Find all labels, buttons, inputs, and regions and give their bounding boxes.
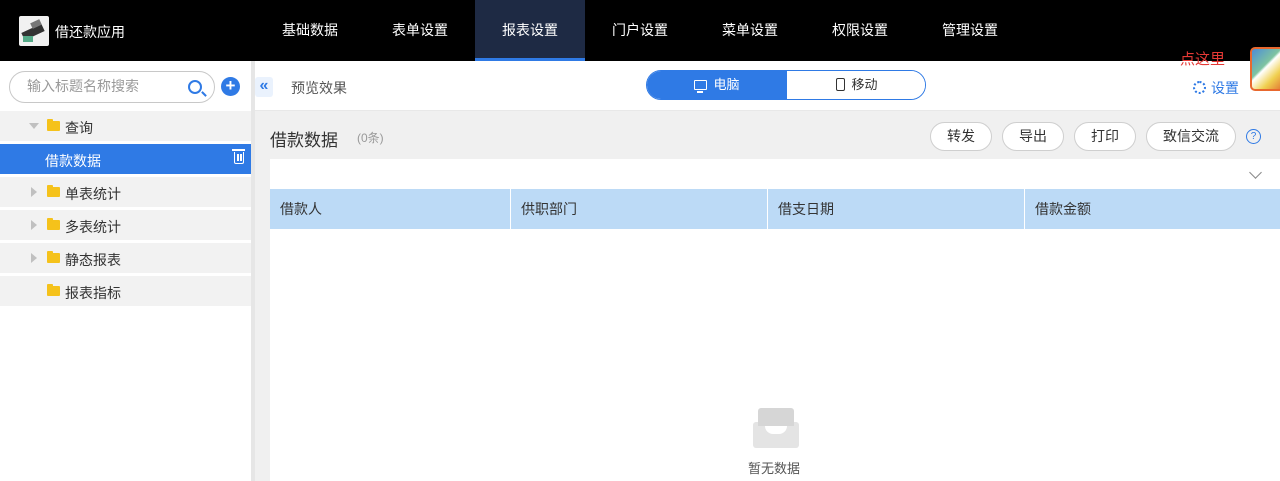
tree-item-loan-data[interactable]: 借款数据 bbox=[0, 144, 251, 174]
nav-portal-settings[interactable]: 门户设置 bbox=[585, 0, 695, 61]
tree-item-label: 单表统计 bbox=[65, 186, 121, 202]
caret-down-icon[interactable] bbox=[29, 123, 39, 129]
tree-item-single-stats[interactable]: 单表统计 bbox=[0, 177, 251, 207]
nav-menu-settings[interactable]: 菜单设置 bbox=[695, 0, 805, 61]
tree-item-report-metrics[interactable]: 报表指标 bbox=[0, 276, 251, 306]
device-toggle: 电脑 移动 bbox=[646, 70, 926, 100]
folder-icon bbox=[47, 119, 60, 131]
gear-icon bbox=[1193, 81, 1206, 94]
nav-form-settings[interactable]: 表单设置 bbox=[365, 0, 475, 61]
column-header-department[interactable]: 供职部门 bbox=[511, 189, 768, 229]
caret-right-icon[interactable] bbox=[31, 220, 37, 230]
caret-right-icon[interactable] bbox=[31, 187, 37, 197]
search-box[interactable] bbox=[9, 71, 215, 103]
tree-item-query[interactable]: 查询 bbox=[0, 111, 251, 141]
app-logo bbox=[19, 16, 49, 46]
trash-icon[interactable] bbox=[232, 149, 245, 164]
empty-state-text: 暂无数据 bbox=[748, 461, 801, 476]
tree-item-label: 借款数据 bbox=[45, 153, 101, 169]
pc-toggle-button[interactable]: 电脑 bbox=[647, 71, 787, 99]
tree-item-multi-stats[interactable]: 多表统计 bbox=[0, 210, 251, 240]
tree-item-static-report[interactable]: 静态报表 bbox=[0, 243, 251, 273]
app-title: 借还款应用 bbox=[55, 24, 125, 40]
forward-button[interactable]: 转发 bbox=[930, 122, 992, 151]
column-header-amount[interactable]: 借款金额 bbox=[1025, 189, 1280, 229]
mobile-icon bbox=[836, 78, 846, 91]
table-header: 借款人 供职部门 借支日期 借款金额 bbox=[270, 189, 1280, 229]
caret-right-icon[interactable] bbox=[31, 253, 37, 263]
record-count: (0条) bbox=[357, 131, 384, 145]
collapse-sidebar-icon[interactable]: « bbox=[255, 77, 273, 97]
pc-toggle-label: 电脑 bbox=[713, 77, 740, 92]
folder-icon bbox=[47, 218, 60, 230]
search-icon[interactable] bbox=[188, 80, 202, 94]
nav-report-settings[interactable]: 报表设置 bbox=[475, 0, 585, 61]
mobile-toggle-label: 移动 bbox=[851, 77, 878, 92]
search-input[interactable] bbox=[27, 78, 177, 94]
nav-basic-data[interactable]: 基础数据 bbox=[255, 0, 365, 61]
nav-admin-settings[interactable]: 管理设置 bbox=[915, 0, 1025, 61]
folder-icon bbox=[47, 251, 60, 263]
settings-button[interactable]: 设置 bbox=[1193, 78, 1239, 98]
tree-item-label: 报表指标 bbox=[65, 285, 121, 301]
help-icon[interactable]: ? bbox=[1246, 129, 1261, 144]
settings-label: 设置 bbox=[1211, 80, 1239, 96]
tree-item-label: 静态报表 bbox=[65, 252, 121, 268]
column-header-borrower[interactable]: 借款人 bbox=[270, 189, 511, 229]
print-button[interactable]: 打印 bbox=[1074, 122, 1136, 151]
monitor-icon bbox=[694, 80, 708, 93]
top-bar: 借还款应用 基础数据 表单设置 报表设置 门户设置 菜单设置 权限设置 管理设置 bbox=[0, 0, 1280, 61]
folder-icon bbox=[47, 185, 60, 197]
add-icon[interactable]: + bbox=[221, 77, 240, 96]
preview-label: 预览效果 bbox=[291, 80, 347, 96]
export-button[interactable]: 导出 bbox=[1002, 122, 1064, 151]
corner-thumbnail[interactable] bbox=[1250, 47, 1280, 91]
share-message-button[interactable]: 致信交流 bbox=[1146, 122, 1236, 151]
tree-item-label: 查询 bbox=[65, 120, 93, 136]
tree-item-label: 多表统计 bbox=[65, 219, 121, 235]
column-header-date[interactable]: 借支日期 bbox=[768, 189, 1025, 229]
filter-bar bbox=[270, 159, 1280, 189]
nav-permission-settings[interactable]: 权限设置 bbox=[805, 0, 915, 61]
mobile-toggle-button[interactable]: 移动 bbox=[787, 71, 925, 99]
report-title: 借款数据 bbox=[270, 131, 338, 150]
hint-text: 点这里 bbox=[1180, 51, 1226, 68]
folder-icon bbox=[47, 284, 60, 296]
empty-inbox-icon bbox=[753, 408, 799, 448]
